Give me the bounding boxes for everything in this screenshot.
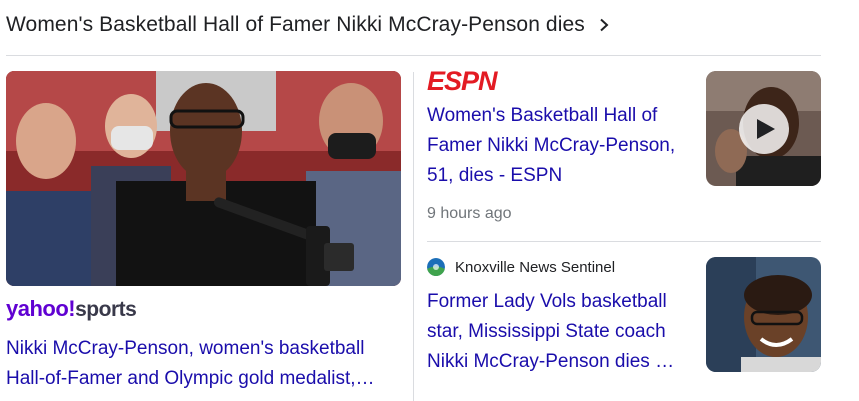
story-divider bbox=[427, 241, 821, 242]
story-source: Knoxville News Sentinel bbox=[427, 256, 615, 278]
lead-story-image[interactable] bbox=[6, 71, 401, 286]
story-thumbnail[interactable] bbox=[706, 257, 821, 372]
story-cluster-header[interactable]: Women's Basketball Hall of Famer Nikki M… bbox=[6, 8, 611, 42]
source-name: Knoxville News Sentinel bbox=[455, 258, 616, 276]
story-cluster-title: Women's Basketball Hall of Famer Nikki M… bbox=[6, 13, 585, 36]
column-divider bbox=[413, 72, 414, 401]
yahoo-logo-secondary: sports bbox=[75, 298, 137, 321]
story-timestamp: 9 hours ago bbox=[427, 205, 512, 222]
story-headline[interactable]: Women's Basketball Hall of Famer Nikki M… bbox=[427, 101, 697, 191]
svg-text:ESPN: ESPN bbox=[427, 68, 498, 94]
play-icon[interactable] bbox=[739, 104, 789, 154]
espn-logo: ESPN bbox=[427, 68, 499, 94]
video-thumbnail[interactable] bbox=[706, 71, 821, 186]
chevron-right-icon bbox=[597, 18, 611, 32]
yahoo-logo-primary: yahoo! bbox=[6, 296, 76, 321]
knoxville-news-sentinel-icon bbox=[427, 258, 445, 276]
yahoo-sports-logo: yahoo! sports bbox=[6, 296, 137, 322]
header-divider bbox=[6, 55, 821, 56]
story-headline[interactable]: Former Lady Vols basketball star, Missis… bbox=[427, 287, 697, 377]
lead-story-headline[interactable]: Nikki McCray-Penson, women's basketball … bbox=[6, 334, 398, 394]
